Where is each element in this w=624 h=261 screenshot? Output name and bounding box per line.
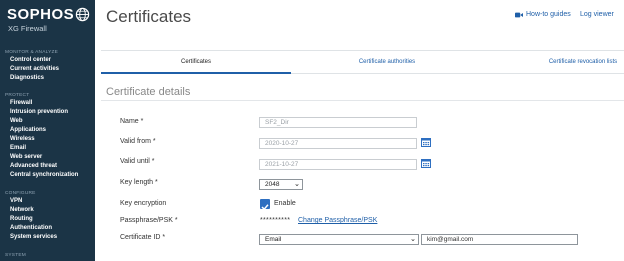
nav-section-protect: PROTECT <box>5 93 30 98</box>
nav-item-intrusion-prevention[interactable]: Intrusion prevention <box>10 109 68 115</box>
nav-item-system-services[interactable]: System services <box>10 234 57 240</box>
log-viewer-link[interactable]: Log viewer <box>580 11 614 18</box>
nav-item-routing[interactable]: Routing <box>10 216 33 222</box>
certificate-id-label: Certificate ID * <box>120 234 166 241</box>
change-passphrase-link[interactable]: Change Passphrase/PSK <box>298 217 377 224</box>
nav-item-web[interactable]: Web <box>10 118 23 124</box>
nav-item-control-center[interactable]: Control center <box>10 57 51 63</box>
nav-section-monitor: MONITOR & ANALYZE <box>5 50 59 55</box>
section-divider <box>101 100 624 101</box>
nav-item-current-activities[interactable]: Current activities <box>10 66 59 72</box>
globe-icon <box>75 7 90 22</box>
key-encryption-label: Key encryption <box>120 200 167 207</box>
enable-label: Enable <box>274 200 296 207</box>
nav-item-network[interactable]: Network <box>10 207 34 213</box>
tab-certificates[interactable]: Certificates <box>101 51 291 74</box>
passphrase-mask: ********** <box>260 217 291 224</box>
nav-section-configure: CONFIGURE <box>5 191 36 196</box>
key-length-select[interactable]: 2048 <box>259 179 303 190</box>
calendar-icon[interactable] <box>421 158 431 168</box>
sidebar: SOPHOS XG Firewall MONITOR & ANALYZE Con… <box>0 0 95 261</box>
valid-until-field[interactable]: 2021-10-27 <box>259 159 417 170</box>
key-length-value: 2048 <box>265 181 280 188</box>
calendar-icon[interactable] <box>421 137 431 147</box>
nav-item-email[interactable]: Email <box>10 145 26 151</box>
key-length-label: Key length * <box>120 179 158 186</box>
name-label: Name * <box>120 118 144 125</box>
nav-item-firewall[interactable]: Firewall <box>10 100 32 106</box>
brand-logo: SOPHOS XG Firewall <box>7 6 93 38</box>
certificate-id-field[interactable]: kim@gmail.com <box>421 234 578 245</box>
video-camera-icon[interactable] <box>515 12 523 18</box>
product-name: XG Firewall <box>8 24 47 33</box>
page-title: Certificates <box>106 7 192 26</box>
nav-item-wireless[interactable]: Wireless <box>10 136 35 142</box>
how-to-guides-link[interactable]: How-to guides <box>526 11 571 18</box>
passphrase-label: Passphrase/PSK * <box>120 217 178 224</box>
name-field[interactable]: SF2_Dir <box>259 117 417 128</box>
brand-name: SOPHOS <box>7 6 75 23</box>
certificate-id-type-select[interactable]: Email <box>259 234 419 245</box>
nav-item-vpn[interactable]: VPN <box>10 198 22 204</box>
nav-item-applications[interactable]: Applications <box>10 127 46 133</box>
nav-item-advanced-threat[interactable]: Advanced threat <box>10 163 57 169</box>
nav-item-diagnostics[interactable]: Diagnostics <box>10 75 44 81</box>
chevron-down-icon <box>295 184 299 187</box>
key-encryption-checkbox[interactable] <box>260 199 270 211</box>
nav-item-web-server[interactable]: Web server <box>10 154 42 160</box>
nav-item-authentication[interactable]: Authentication <box>10 225 52 231</box>
valid-from-label: Valid from * <box>120 138 156 145</box>
valid-from-field[interactable]: 2020-10-27 <box>259 138 417 149</box>
nav-section-system: SYSTEM <box>5 253 26 258</box>
nav-item-central-sync[interactable]: Central synchronization <box>10 172 78 178</box>
tab-certificate-authorities[interactable]: Certificate authorities <box>291 51 483 74</box>
section-title: Certificate details <box>106 86 191 98</box>
checkmark-icon <box>261 204 269 211</box>
chevron-down-icon <box>411 239 415 242</box>
certificate-id-type-value: Email <box>265 236 282 243</box>
tab-certificate-revocation-lists[interactable]: Certificate revocation lists <box>483 51 624 74</box>
valid-until-label: Valid until * <box>120 158 155 165</box>
tab-bar: Certificates Certificate authorities Cer… <box>101 50 624 74</box>
